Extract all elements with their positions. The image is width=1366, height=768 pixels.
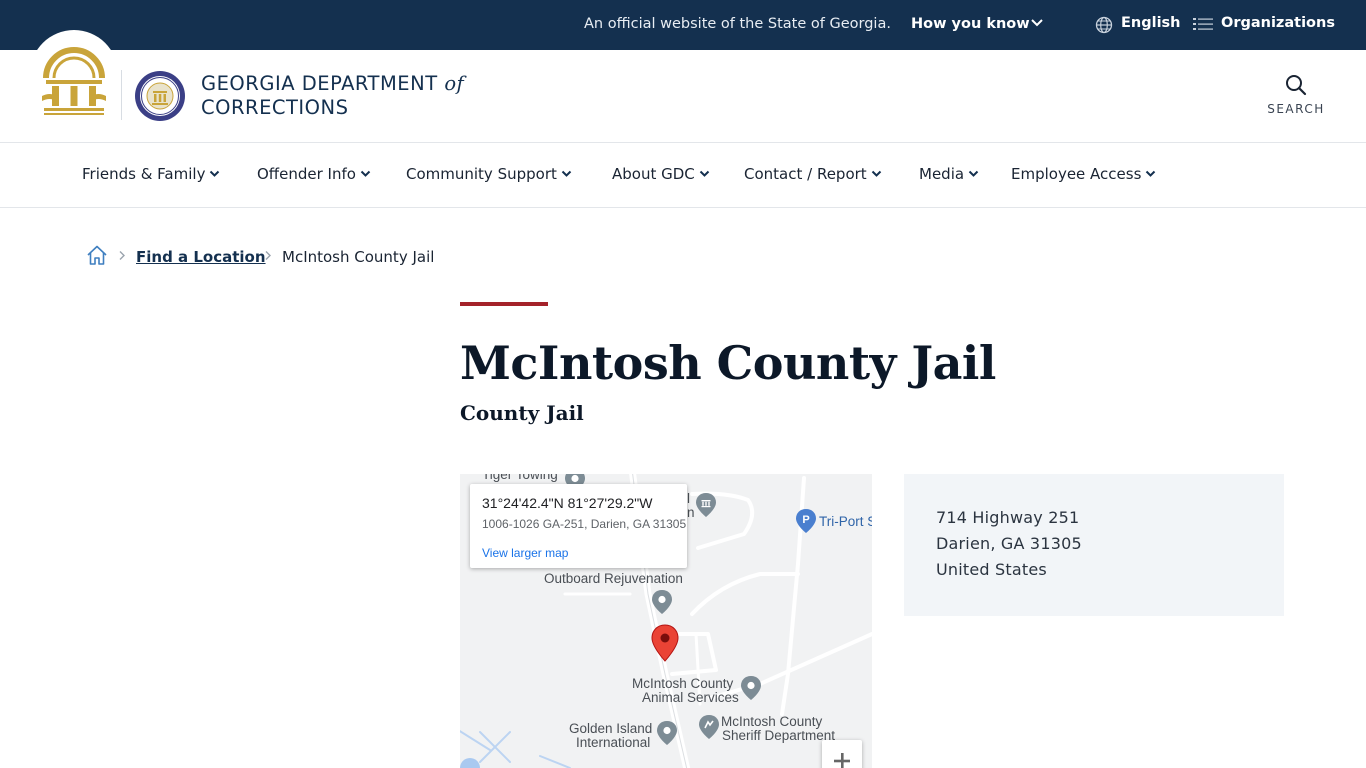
- list-icon: [1193, 18, 1213, 30]
- map-label-outboard: Outboard Rejuvenation: [544, 571, 683, 586]
- breadcrumb-current: McIntosh County Jail: [282, 248, 435, 266]
- how-you-know-toggle[interactable]: How you know: [911, 16, 1030, 32]
- map-coordinates: 31°24'42.4"N 81°27'29.2"W: [482, 495, 653, 511]
- language-selector[interactable]: English: [1121, 15, 1181, 31]
- chevron-down-icon: [968, 170, 979, 177]
- nav-label: Offender Info: [257, 165, 356, 183]
- map-pin-icon[interactable]: [651, 589, 673, 615]
- map-card-address: 1006-1026 GA-251, Darien, GA 31305: [482, 517, 687, 531]
- map-label-partial-2: n: [687, 505, 695, 520]
- nav-offender-info[interactable]: Offender Info: [257, 165, 371, 183]
- nav-friends-family[interactable]: Friends & Family: [82, 165, 220, 183]
- map-label-golden-island-1: Golden Island: [569, 721, 653, 736]
- official-banner: An official website of the State of Geor…: [0, 0, 1366, 50]
- nav-label: Contact / Report: [744, 165, 867, 183]
- page-subtitle: County Jail: [460, 401, 584, 425]
- map-pin-icon[interactable]: [698, 714, 720, 740]
- search-label: SEARCH: [1267, 102, 1325, 116]
- header-divider: [121, 70, 122, 120]
- chevron-down-icon: [360, 170, 371, 177]
- address-line-2: Darien, GA 31305: [936, 534, 1082, 553]
- page-title: McIntosh County Jail: [460, 336, 996, 390]
- nav-employee-access[interactable]: Employee Access: [1011, 165, 1156, 183]
- chevron-down-icon: [699, 170, 709, 177]
- map-pin-icon[interactable]: [740, 675, 762, 701]
- map-label-sheriff-1: McIntosh County: [721, 714, 823, 729]
- map-label-animal-services-1: McIntosh County: [632, 676, 734, 691]
- map-label-sheriff-2: Sheriff Department: [722, 728, 836, 743]
- chevron-down-icon: [210, 170, 220, 177]
- nav-about-gdc[interactable]: About GDC: [612, 165, 710, 183]
- location-pin-icon[interactable]: [650, 624, 680, 662]
- nav-community-support[interactable]: Community Support: [406, 165, 572, 183]
- address-card: 714 Highway 251 Darien, GA 31305 United …: [904, 474, 1284, 616]
- chevron-down-icon: [871, 170, 881, 177]
- nav-media[interactable]: Media: [919, 165, 979, 183]
- map-label-animal-services-2: Animal Services: [642, 690, 739, 705]
- georgia-state-seal-logo[interactable]: [38, 38, 110, 118]
- chevron-right-icon: [265, 251, 271, 260]
- nav-contact-report[interactable]: Contact / Report: [744, 165, 882, 183]
- organizations-link[interactable]: Organizations: [1221, 15, 1335, 31]
- official-website-text: An official website of the State of Geor…: [584, 16, 891, 32]
- chevron-down-icon[interactable]: [1030, 18, 1044, 28]
- nav-label: About GDC: [612, 165, 695, 183]
- brand-of: of: [444, 72, 465, 95]
- map-label-tiger-towing: Tiger Towing: [482, 474, 558, 482]
- parking-icon[interactable]: P: [795, 508, 817, 534]
- map-label-tri-port: Tri-Port S: [819, 514, 872, 529]
- nav-label: Employee Access: [1011, 165, 1142, 183]
- map-label-golden-island-2: International: [576, 735, 651, 750]
- svg-text:P: P: [802, 514, 809, 526]
- nav-label: Friends & Family: [82, 165, 206, 183]
- address-line-1: 714 Highway 251: [936, 508, 1080, 527]
- view-larger-map-link[interactable]: View larger map: [482, 546, 568, 560]
- nav-label: Media: [919, 165, 965, 183]
- map-pin-icon[interactable]: [656, 720, 678, 746]
- brand-line-2: CORRECTIONS: [201, 96, 349, 119]
- main-navigation: Friends & Family Offender Info Community…: [0, 142, 1366, 208]
- map-pin-icon[interactable]: [695, 492, 717, 518]
- search-icon: [1286, 75, 1307, 96]
- plus-icon: [834, 753, 850, 768]
- address-line-3: United States: [936, 560, 1047, 579]
- globe-icon: [1095, 16, 1113, 34]
- map-zoom-in-button[interactable]: [822, 740, 862, 768]
- map-info-card: 31°24'42.4"N 81°27'29.2"W 1006-1026 GA-2…: [470, 484, 687, 568]
- map-label-partial-1: l: [687, 491, 690, 506]
- site-brand[interactable]: GEORGIA DEPARTMENT of CORRECTIONS: [201, 72, 464, 120]
- location-map[interactable]: Tiger Towing l n P Tri-Port S Outboard R…: [460, 474, 872, 768]
- nav-label: Community Support: [406, 165, 557, 183]
- home-icon[interactable]: [86, 244, 108, 266]
- breadcrumb-find-location[interactable]: Find a Location: [136, 248, 266, 266]
- chevron-down-icon: [561, 170, 572, 177]
- search-button[interactable]: SEARCH: [1262, 74, 1330, 122]
- brand-line-1: GEORGIA DEPARTMENT: [201, 72, 438, 95]
- chevron-down-icon: [1146, 170, 1156, 177]
- gdc-department-seal-logo[interactable]: [134, 70, 186, 122]
- title-accent-bar: [460, 302, 548, 306]
- chevron-right-icon: [119, 251, 125, 260]
